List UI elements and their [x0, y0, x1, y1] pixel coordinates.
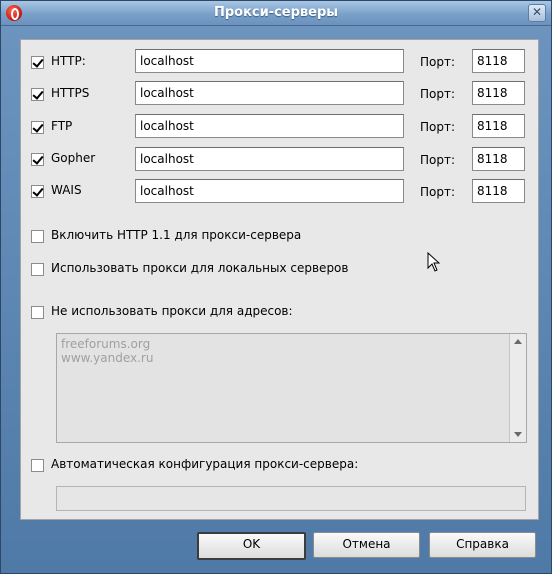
gopher-host-input[interactable]: localhost: [135, 147, 404, 171]
exclude-address-line: www.yandex.ru: [61, 351, 154, 365]
autoconfig-checkbox[interactable]: [31, 459, 44, 472]
http-port-label: Порт:: [420, 55, 456, 69]
vertical-scrollbar[interactable]: [509, 334, 526, 442]
settings-panel: HTTP: localhost Порт: 8118 HTTPS localho…: [20, 39, 539, 520]
https-protocol-label: HTTPS: [51, 86, 90, 100]
https-port-input[interactable]: 8118: [472, 81, 525, 105]
gopher-port-label: Порт:: [420, 153, 456, 167]
http-port-input[interactable]: 8118: [472, 49, 525, 73]
scroll-up-arrow-icon[interactable]: [514, 339, 522, 344]
wais-port-label: Порт:: [420, 185, 456, 199]
mouse-cursor-icon: [427, 252, 441, 272]
help-button[interactable]: Справка: [429, 532, 536, 558]
autoconfig-url-input[interactable]: [56, 486, 526, 511]
http-enabled-checkbox[interactable]: [31, 56, 44, 69]
exclude-addresses-label: Не использовать прокси для адресов:: [51, 304, 293, 318]
local-servers-checkbox[interactable]: [31, 263, 44, 276]
http11-label: Включить HTTP 1.1 для прокси-сервера: [51, 228, 302, 242]
http11-checkbox[interactable]: [31, 230, 44, 243]
wais-host-input[interactable]: localhost: [135, 179, 404, 203]
exclude-addresses-checkbox[interactable]: [31, 306, 44, 319]
gopher-enabled-checkbox[interactable]: [31, 153, 44, 166]
http-protocol-label: HTTP:: [51, 54, 86, 68]
ftp-protocol-label: FTP: [51, 119, 73, 133]
proxy-servers-dialog: Прокси-серверы ✕ HTTP: localhost Порт: 8…: [0, 0, 552, 574]
ok-button[interactable]: OK: [197, 532, 306, 560]
wais-port-input[interactable]: 8118: [472, 179, 525, 203]
exclude-address-line: freeforums.org: [61, 337, 151, 351]
https-enabled-checkbox[interactable]: [31, 88, 44, 101]
cancel-button[interactable]: Отмена: [313, 532, 420, 558]
scroll-down-arrow-icon[interactable]: [514, 432, 522, 437]
ftp-port-input[interactable]: 8118: [472, 114, 525, 138]
https-host-input[interactable]: localhost: [135, 81, 404, 105]
exclude-addresses-text: freeforums.org www.yandex.ru: [61, 337, 153, 365]
gopher-protocol-label: Gopher: [51, 151, 96, 165]
wais-protocol-label: WAIS: [51, 183, 82, 197]
ftp-port-label: Порт:: [420, 120, 456, 134]
exclude-addresses-textarea[interactable]: freeforums.org www.yandex.ru: [56, 333, 527, 443]
autoconfig-label: Автоматическая конфигурация прокси-серве…: [51, 457, 359, 471]
title-bar[interactable]: Прокси-серверы ✕: [1, 1, 551, 26]
https-port-label: Порт:: [420, 87, 456, 101]
ftp-enabled-checkbox[interactable]: [31, 121, 44, 134]
gopher-port-input[interactable]: 8118: [472, 147, 525, 171]
ftp-host-input[interactable]: localhost: [135, 114, 404, 138]
http-host-input[interactable]: localhost: [135, 49, 404, 73]
local-servers-label: Использовать прокси для локальных сервер…: [51, 261, 349, 275]
window-title: Прокси-серверы: [213, 5, 339, 20]
wais-enabled-checkbox[interactable]: [31, 185, 44, 198]
close-button[interactable]: ✕: [528, 4, 546, 22]
